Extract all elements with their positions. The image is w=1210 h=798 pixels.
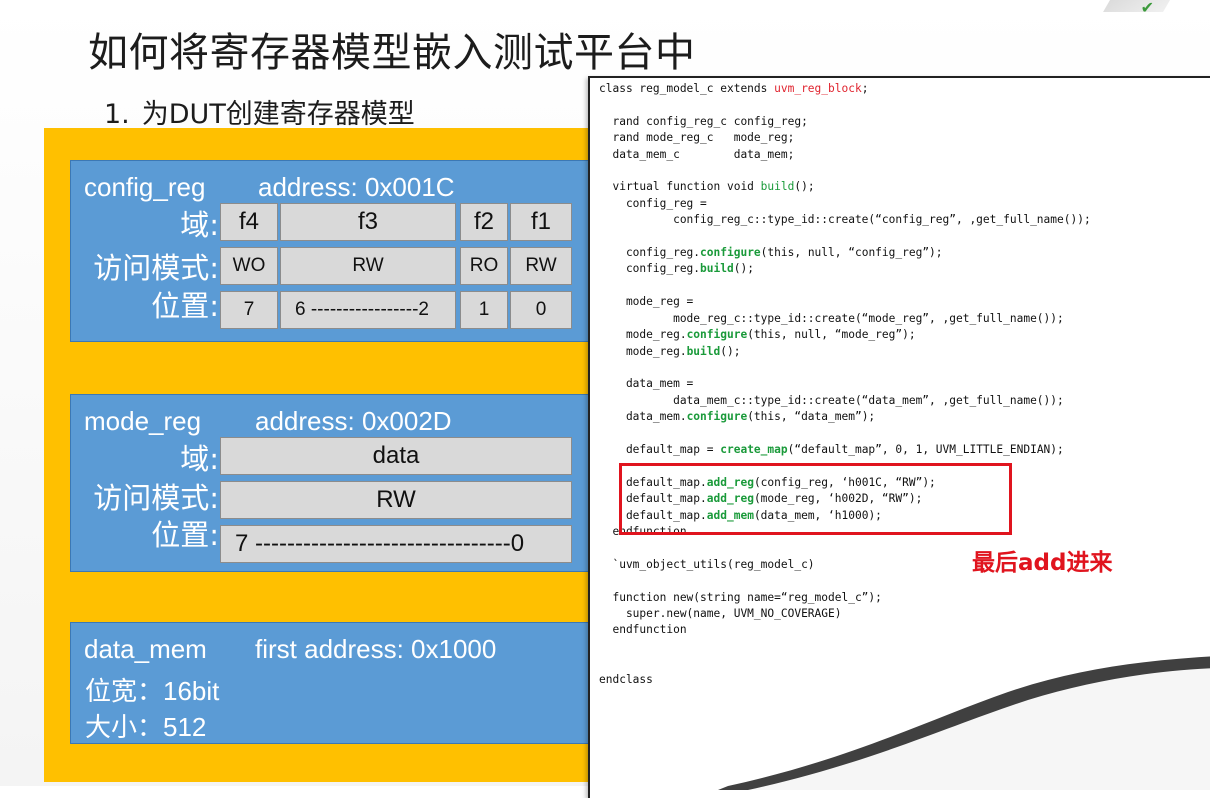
code-line: (); [733,262,754,276]
field-f4: f4 [220,203,278,241]
data-mem-width: 位宽：16bit [85,676,220,706]
code-line: config_reg_c::type_id::create(“config_re… [599,213,1091,227]
position-label: 位置: [151,289,219,323]
config-reg-address: address: 0x001C [258,172,455,202]
page-curl [718,656,1210,790]
field-f1: f1 [510,203,572,241]
data-mem-header: data_mem first address: 0x1000 [84,634,496,665]
check-icon: ✔ [1140,0,1154,17]
code-line: function new(string name=“reg_model_c”); [599,590,882,604]
code-line: rand config_reg_c config_reg; [599,114,808,128]
code-line: virtual function void [599,180,761,194]
code-keyword: uvm_reg_block [774,82,862,95]
code-keyword: build [760,180,795,194]
data-mem-name: data_mem [84,634,207,664]
mode-reg-header: mode_reg address: 0x002D [84,406,452,437]
config-reg-box: config_reg address: 0x001C 域: 访问模式: 位置: … [70,160,612,342]
code-line: (this, null, “mode_reg”); [747,328,916,342]
code-line: (“default_map”, 0, 1, UVM_LITTLE_ENDIAN)… [787,442,1064,456]
code-line: (); [794,180,815,194]
mode-reg-field: data [220,437,572,475]
field-f3: f3 [280,203,456,241]
code-line: (); [720,344,741,358]
access-f4: WO [220,247,278,285]
access-label: 访问模式: [93,481,219,515]
code-line: config_reg = [599,196,707,210]
data-mem-box: data_mem first address: 0x1000 位宽：16bit … [70,622,612,744]
code-line: mode_reg = [599,295,694,309]
code-keyword: build [686,344,721,358]
code-keyword: create_map [720,442,788,456]
slide: ✔ 如何将寄存器模型嵌入测试平台中 1. 为DUT创建寄存器模型 config_r… [0,0,1210,798]
code-line: endfunction [599,623,687,637]
code-line: super.new(name, UVM_NO_COVERAGE) [599,607,842,620]
config-reg-header: config_reg address: 0x001C [84,172,455,203]
config-reg-name: config_reg [84,172,206,202]
mode-reg-position: 7 --------------------------------0 [220,525,572,563]
field-label: 域: [180,208,219,242]
code-line: mode_reg_c::type_id::create(“mode_reg”, … [599,311,1064,325]
code-line: data_mem = [599,377,694,391]
field-f2: f2 [460,203,508,241]
code-keyword: build [700,262,734,276]
code-line: data_mem_c data_mem; [599,147,795,161]
mode-reg-access: RW [220,481,572,519]
data-mem-address: first address: 0x1000 [255,634,497,664]
annotation-note: 最后add进来 [972,550,1113,576]
access-f1: RW [510,247,572,285]
slide-title: 如何将寄存器模型嵌入测试平台中 [88,30,696,76]
mode-reg-box: mode_reg address: 0x002D 域: 访问模式: 位置: da… [70,394,612,572]
code-line: data_mem_c::type_id::create(“data_mem”, … [599,393,1064,407]
code-keyword: configure [700,246,761,260]
code-line: class reg_model_c extends [599,82,775,95]
step-text: 为DUT创建寄存器模型 [141,99,415,130]
code-line: ; [861,82,869,95]
data-mem-size: 大小：512 [85,712,207,742]
code-line: (this, “data_mem”); [747,410,876,424]
step-heading: 1. 为DUT创建寄存器模型 [104,92,415,131]
access-f3: RW [280,247,456,285]
field-label: 域: [180,442,219,476]
code-line: mode_reg. [599,328,687,342]
code-line: config_reg. [599,262,701,276]
code-keyword: configure [686,328,748,342]
code-line: default_map = [599,442,721,456]
code-keyword: configure [686,410,748,424]
code-line: mode_reg. [599,344,687,358]
code-line: (this, null, “config_reg”); [760,246,943,260]
code-line: config_reg. [599,246,701,260]
mode-reg-address: address: 0x002D [255,406,452,436]
position-f2: 1 [460,291,508,329]
position-label: 位置: [151,518,219,552]
step-number: 1. [104,99,130,130]
code-line: rand mode_reg_c mode_reg; [599,131,795,145]
mode-reg-name: mode_reg [84,406,202,436]
position-f3: 6 -----------------2 [280,291,456,329]
code-line: data_mem. [599,410,687,424]
position-f1: 0 [510,291,572,329]
code-block: class reg_model_c extends uvm_reg_block;… [599,81,1091,688]
position-f4: 7 [220,291,278,329]
access-f2: RO [460,247,508,285]
code-line: `uvm_object_utils(reg_model_c) [599,557,815,571]
highlight-box [619,463,1012,535]
access-label: 访问模式: [93,251,219,285]
